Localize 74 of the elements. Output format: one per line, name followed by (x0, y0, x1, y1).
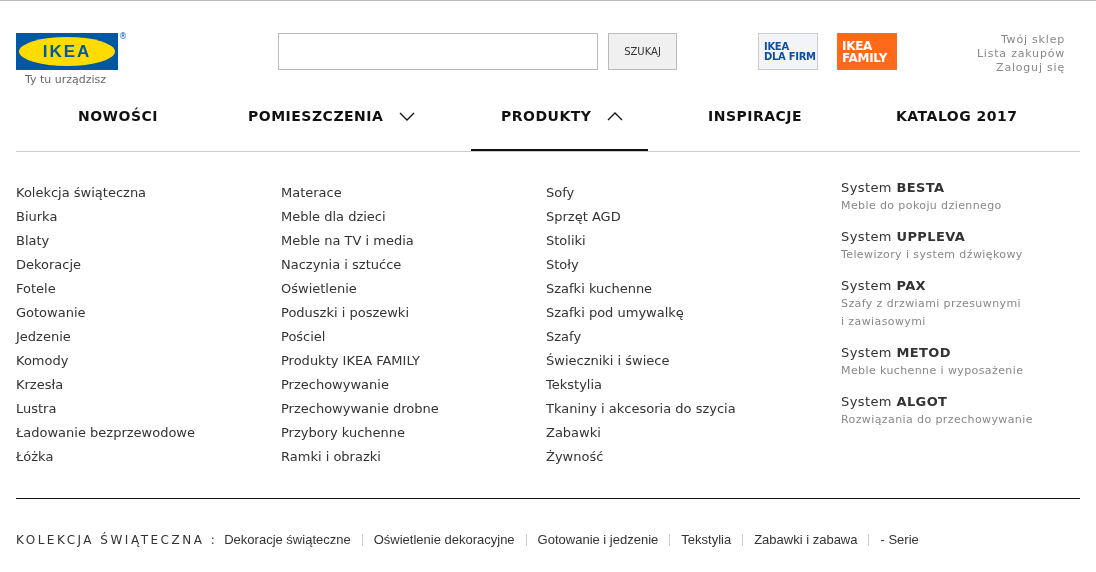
category-link[interactable]: Ładowanie bezprzewodowe (16, 421, 195, 445)
collection-label: KOLEKCJA ŚWIĄTECZNA : (16, 531, 218, 549)
system-description: Meble kuchenne i wyposażenie (841, 363, 1025, 379)
system-description: Meble do pokoju dziennego (841, 198, 1003, 214)
collection-link[interactable]: - Serie (880, 529, 919, 550)
category-link[interactable]: Lustra (16, 397, 57, 421)
category-link[interactable]: Materace (281, 181, 342, 205)
system-title[interactable]: System PAX (841, 277, 1080, 295)
nav-tab[interactable]: NOWOŚCI (78, 87, 159, 151)
search-button[interactable]: SZUKAJ (608, 33, 677, 70)
account-link[interactable]: Zaloguj się (996, 61, 1065, 75)
category-link[interactable]: Szafy (546, 325, 582, 349)
category-link[interactable]: Fotele (16, 277, 56, 301)
logo-text: FAMILY (842, 51, 889, 64)
category-link[interactable]: Przechowywanie (281, 373, 389, 397)
category-link[interactable]: Szafki kuchenne (546, 277, 653, 301)
system-title[interactable]: System UPPLEVA (841, 228, 1080, 246)
category-link[interactable]: Żywność (546, 445, 604, 469)
business-logo[interactable]: IKEA DLA FIRM (758, 33, 818, 70)
collection-link[interactable]: Zabawki i zabawa (754, 529, 858, 550)
system-title[interactable]: System BESTA (841, 179, 1080, 197)
category-link[interactable]: Pościel (281, 325, 326, 349)
category-link[interactable]: Przechowywanie drobne (281, 397, 439, 421)
tagline: Ty tu urządzisz (25, 73, 107, 87)
nav-tab[interactable]: POMIESZCZENIA (248, 87, 416, 151)
search-field[interactable] (278, 33, 598, 70)
collection-link[interactable]: Tekstylia (681, 529, 732, 550)
ikea-logo[interactable]: IKEA (16, 33, 118, 70)
account-link[interactable]: Twój sklep (1000, 33, 1065, 47)
collection-link[interactable]: Gotowanie i jedzenie (537, 529, 659, 550)
chevron-down-icon (399, 111, 416, 121)
category-link[interactable]: Tekstylia (546, 373, 602, 397)
category-link[interactable]: Zabawki (546, 421, 601, 445)
category-link[interactable]: Naczynia i sztućce (281, 253, 402, 277)
category-link[interactable]: Komody (16, 349, 69, 373)
system-description: Telewizory i system dźwiękowy (841, 247, 1024, 263)
category-link[interactable]: Blaty (16, 229, 50, 253)
category-link[interactable]: Świeczniki i świece (546, 349, 670, 373)
category-link[interactable]: Meble na TV i media (281, 229, 414, 253)
logo-text: IKEA (842, 39, 874, 52)
collection-link[interactable]: Dekoracje świąteczne (224, 529, 351, 550)
category-link[interactable]: Sprzęt AGD (546, 205, 621, 229)
category-link[interactable]: Ramki i obrazki (281, 445, 381, 469)
nav-tab[interactable]: KATALOG 2017 (896, 87, 1018, 151)
category-link[interactable]: Stoliki (546, 229, 586, 253)
logo-text: IKEA (764, 41, 790, 52)
logo-text: DLA FIRM (764, 51, 817, 62)
category-link[interactable]: Tkaniny i akcesoria do szycia (546, 397, 736, 421)
trademark: ® (119, 33, 127, 41)
system-description: Szafy z drzwiami przesuwnymi (841, 296, 1022, 312)
account-link[interactable]: Lista zakupów (976, 47, 1065, 61)
category-link[interactable]: Meble dla dzieci (281, 205, 386, 229)
category-link[interactable]: Dekoracje (16, 253, 82, 277)
category-link[interactable]: Biurka (16, 205, 58, 229)
chevron-up-icon (607, 111, 624, 121)
category-link[interactable]: Stoły (546, 253, 579, 277)
category-link[interactable]: Przybory kuchenne (281, 421, 406, 445)
system-title[interactable]: System METOD (841, 344, 1080, 362)
system-description: i zawiasowymi (841, 314, 927, 330)
category-link[interactable]: Krzesła (16, 373, 64, 397)
category-link[interactable]: Kolekcja świąteczna (16, 181, 147, 205)
category-link[interactable]: Szafki pod umywalkę (546, 301, 684, 325)
system-title[interactable]: System ALGOT (841, 393, 1080, 411)
system-description: Rozwiązania do przechowywanie (841, 412, 1034, 428)
category-link[interactable]: Gotowanie (16, 301, 86, 325)
category-link[interactable]: Łóżka (16, 445, 54, 469)
collection-link[interactable]: Oświetlenie dekoracyjne (373, 529, 515, 550)
nav-tab[interactable]: INSPIRACJE (708, 87, 803, 151)
category-link[interactable]: Poduszki i poszewki (281, 301, 409, 325)
category-link[interactable]: Sofy (546, 181, 575, 205)
category-link[interactable]: Produkty IKEA FAMILY (281, 349, 420, 373)
nav-tab[interactable]: PRODUKTY (471, 87, 648, 151)
category-link[interactable]: Jedzenie (16, 325, 71, 349)
category-link[interactable]: Oświetlenie (281, 277, 357, 301)
